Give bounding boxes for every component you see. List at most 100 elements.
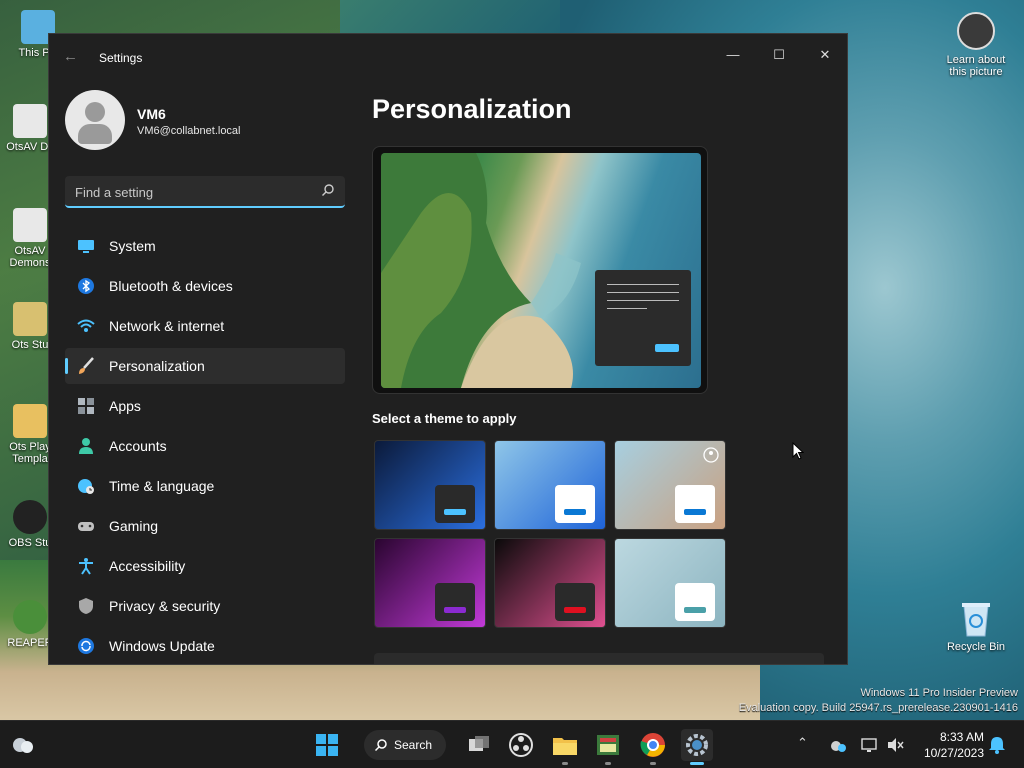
theme-tile[interactable]: [494, 440, 606, 530]
theme-tile[interactable]: [614, 440, 726, 530]
otsav-app-icon: [597, 735, 619, 755]
monitor-icon: [78, 240, 94, 253]
recycle-bin-icon: [962, 603, 990, 637]
theme-chip: [555, 583, 595, 621]
taskbar-obs-app[interactable]: [505, 729, 537, 761]
chevron-up-icon[interactable]: ⌃: [797, 735, 815, 753]
theme-accent-bar: [444, 607, 466, 613]
sidebar-item-time-language[interactable]: Time & language: [65, 468, 345, 504]
sidebar-item-bluetooth[interactable]: Bluetooth & devices: [65, 268, 345, 304]
search-icon[interactable]: [321, 183, 335, 197]
theme-chip: [435, 485, 475, 523]
otsav-icon: [13, 104, 47, 138]
reaper-icon: [13, 600, 47, 634]
taskbar-otsav-app[interactable]: [592, 729, 624, 765]
search-icon: [374, 739, 387, 752]
brush-icon: [79, 357, 94, 374]
preview-line: [607, 300, 679, 301]
theme-tile[interactable]: [494, 538, 606, 628]
ots-studio-icon: [13, 302, 47, 336]
theme-accent-bar: [564, 607, 586, 613]
weather-cloud-icon[interactable]: [10, 733, 36, 757]
avatar-head-shape: [85, 102, 105, 122]
taskbar-search-button[interactable]: Search: [364, 730, 446, 760]
maximize-button[interactable]: ☐: [757, 40, 801, 70]
camera-icon: [957, 12, 995, 50]
close-button[interactable]: ✕: [803, 40, 847, 70]
notification-bell-icon[interactable]: [988, 735, 1006, 755]
theme-chip: [435, 583, 475, 621]
mouse-cursor-icon: [792, 442, 804, 460]
window-title: Settings: [99, 51, 143, 65]
theme-accent-bar: [444, 509, 466, 515]
taskbar-clock[interactable]: 8:33 AM 10/27/2023: [912, 729, 984, 761]
sidebar-item-accounts[interactable]: Accounts: [65, 428, 345, 464]
sidebar-item-apps[interactable]: Apps: [65, 388, 345, 424]
theme-chip: [555, 485, 595, 523]
profile-email: VM6@collabnet.local: [137, 125, 241, 137]
taskbar: Search ⌃ 8:33 AM 10/27/2023: [0, 720, 1024, 768]
taskbar-file-explorer[interactable]: [549, 729, 581, 765]
network-monitor-icon[interactable]: [860, 736, 878, 754]
desktop-icon-recycle-bin[interactable]: Recycle Bin: [946, 598, 1006, 653]
sidebar-item-privacy-security[interactable]: Privacy & security: [65, 588, 345, 624]
accessibility-icon: [79, 558, 93, 575]
chrome-icon: [640, 733, 665, 757]
gamepad-icon: [78, 522, 94, 531]
windows-logo-icon: [316, 734, 338, 756]
title-bar[interactable]: ← Settings — ☐ ✕: [49, 34, 847, 82]
folder-icon: [13, 404, 47, 438]
sidebar-item-accessibility[interactable]: Accessibility: [65, 548, 345, 584]
person-icon: [79, 438, 93, 454]
theme-accent-bar: [564, 509, 586, 515]
search-input[interactable]: [75, 182, 305, 202]
wifi-icon: [77, 319, 95, 332]
obs-icon: [13, 500, 47, 534]
gear-icon: [686, 734, 708, 756]
avatar-body-shape: [78, 124, 112, 144]
update-icon: [78, 638, 94, 654]
learn-about-picture[interactable]: Learn about this picture: [940, 12, 1012, 78]
themes-section-label: Select a theme to apply: [372, 411, 517, 426]
globe-clock-icon: [78, 479, 94, 494]
start-button[interactable]: [311, 729, 343, 761]
folder-icon: [553, 738, 577, 755]
preview-accent-button: [655, 344, 679, 352]
sidebar-item-system[interactable]: System: [65, 228, 345, 264]
theme-accent-bar: [684, 509, 706, 515]
taskbar-settings-app[interactable]: [681, 729, 713, 765]
bluetooth-icon: [78, 278, 94, 294]
profile-name: VM6: [137, 106, 166, 122]
task-view-icon: [469, 736, 489, 751]
theme-accent-bar: [684, 607, 706, 613]
preview-line: [607, 292, 679, 293]
os-watermark: Windows 11 Pro Insider Preview Evaluatio…: [738, 687, 1018, 714]
avatar[interactable]: [65, 90, 125, 150]
settings-window: ← Settings — ☐ ✕ VM6 VM6@collabnet.local…: [48, 33, 848, 665]
theme-chip: [675, 485, 715, 523]
sidebar-item-personalization[interactable]: Personalization: [65, 348, 345, 384]
speaker-muted-icon[interactable]: [886, 736, 904, 754]
next-section-card: [374, 653, 824, 664]
apps-icon: [78, 398, 94, 414]
minimize-button[interactable]: —: [711, 40, 755, 70]
preview-window-card: [595, 270, 691, 366]
sidebar-item-windows-update[interactable]: Windows Update: [65, 628, 345, 664]
task-view-button[interactable]: [463, 729, 495, 761]
search-box[interactable]: [65, 176, 345, 208]
taskbar-chrome-app[interactable]: [637, 729, 669, 765]
spotlight-icon: [703, 447, 719, 463]
otsav-icon: [13, 208, 47, 242]
obs-icon: [509, 733, 533, 757]
back-arrow-icon[interactable]: ←: [63, 48, 83, 68]
onedrive-info-icon[interactable]: [828, 737, 848, 753]
page-title: Personalization: [372, 94, 572, 124]
preview-line: [607, 308, 647, 309]
theme-tile[interactable]: [614, 538, 726, 628]
sidebar-item-network[interactable]: Network & internet: [65, 308, 345, 344]
sidebar-nav: System Bluetooth & devices Network & int…: [65, 228, 345, 664]
sidebar-item-gaming[interactable]: Gaming: [65, 508, 345, 544]
shield-icon: [79, 598, 93, 614]
theme-tile[interactable]: [374, 538, 486, 628]
theme-tile[interactable]: [374, 440, 486, 530]
